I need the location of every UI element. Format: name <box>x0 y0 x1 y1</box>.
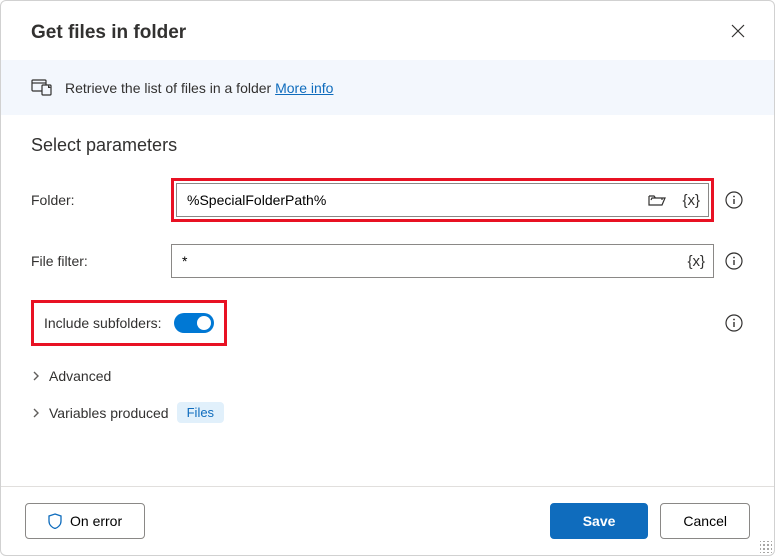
variable-token-icon: {x} <box>682 192 700 209</box>
close-icon <box>730 23 746 39</box>
folder-highlight: {x} <box>171 178 714 222</box>
variable-token-icon: {x} <box>687 253 705 270</box>
subfolders-info-button[interactable] <box>724 314 744 332</box>
dialog-body: Select parameters Folder: {x} <box>1 115 774 486</box>
advanced-expander[interactable]: Advanced <box>31 368 744 384</box>
filter-label: File filter: <box>31 253 171 269</box>
dialog-footer: On error Save Cancel <box>1 486 774 555</box>
chevron-right-icon <box>31 405 41 421</box>
param-row-filter: File filter: {x} <box>31 244 744 278</box>
chevron-right-icon <box>31 368 41 384</box>
close-button[interactable] <box>726 19 750 46</box>
subfolders-toggle[interactable] <box>174 313 214 333</box>
folder-label: Folder: <box>31 192 171 208</box>
variables-expander[interactable]: Variables produced Files <box>31 402 744 423</box>
banner-text: Retrieve the list of files in a folder M… <box>65 80 333 96</box>
insert-variable-button-filter[interactable]: {x} <box>679 253 713 270</box>
more-info-link[interactable]: More info <box>275 80 333 96</box>
folder-open-icon <box>648 193 666 207</box>
toggle-knob <box>197 316 211 330</box>
cancel-label: Cancel <box>683 513 727 529</box>
param-row-folder: Folder: {x} <box>31 178 744 222</box>
filter-input[interactable] <box>172 245 679 277</box>
info-icon <box>725 191 743 209</box>
variables-label: Variables produced <box>49 405 169 421</box>
param-row-subfolders: Include subfolders: <box>31 300 744 346</box>
filter-input-box: {x} <box>171 244 714 278</box>
cancel-button[interactable]: Cancel <box>660 503 750 539</box>
section-title: Select parameters <box>31 135 744 156</box>
browse-folder-button[interactable] <box>640 193 674 207</box>
info-banner: Retrieve the list of files in a folder M… <box>1 60 774 115</box>
save-button[interactable]: Save <box>550 503 649 539</box>
folder-input-box: {x} <box>176 183 709 217</box>
folder-input[interactable] <box>177 184 640 216</box>
dialog-title: Get files in folder <box>31 22 186 44</box>
on-error-label: On error <box>70 513 122 529</box>
subfolders-highlight: Include subfolders: <box>31 300 227 346</box>
info-icon <box>725 252 743 270</box>
filter-info-button[interactable] <box>724 252 744 270</box>
advanced-label: Advanced <box>49 368 111 384</box>
dialog-get-files-in-folder: Get files in folder Retrieve the list of… <box>0 0 775 556</box>
shield-icon <box>48 513 62 529</box>
variable-badge[interactable]: Files <box>177 402 224 423</box>
resize-grip[interactable] <box>760 541 772 553</box>
save-label: Save <box>583 513 616 529</box>
folder-files-icon <box>31 76 53 99</box>
folder-info-button[interactable] <box>724 191 744 209</box>
on-error-button[interactable]: On error <box>25 503 145 539</box>
subfolders-label: Include subfolders: <box>44 315 174 331</box>
dialog-header: Get files in folder <box>1 1 774 60</box>
info-icon <box>725 314 743 332</box>
insert-variable-button[interactable]: {x} <box>674 192 708 209</box>
